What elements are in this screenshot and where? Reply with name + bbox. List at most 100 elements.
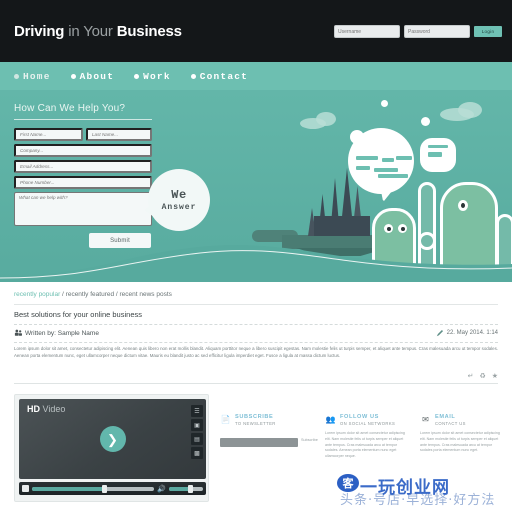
- follow-column: 👥 FOLLOW US ON SOCIAL NETWORKS Lorem ips…: [325, 414, 409, 460]
- volume-icon[interactable]: 🔊: [157, 485, 166, 493]
- article-action-icons: ↵ ♻ ★: [468, 372, 498, 380]
- video-controls: 🔊: [19, 482, 206, 495]
- password-input[interactable]: [404, 25, 470, 38]
- article-byline: Written by: Sample Name: [25, 330, 99, 337]
- follow-subtitle: ON SOCIAL NETWORKS: [340, 421, 396, 426]
- submit-button[interactable]: Submit: [89, 233, 151, 248]
- username-input[interactable]: [334, 25, 400, 38]
- main-navigation: Home About Work Contact: [0, 62, 512, 90]
- divider: [14, 383, 498, 384]
- email-input[interactable]: [14, 160, 152, 173]
- email-column: ✉ EMAIL CONTACT US Lorem ipsum dolor sit…: [420, 414, 504, 454]
- bullet-icon: [70, 73, 76, 79]
- video-side-buttons: ☰ ▣ ▤ ▩: [191, 405, 203, 459]
- nav-item-contact[interactable]: Contact: [190, 70, 249, 82]
- screen-icon[interactable]: ▣: [191, 419, 203, 431]
- subscribe-title: SUBSCRIBE: [235, 414, 274, 420]
- volume-slider[interactable]: [169, 484, 203, 493]
- seek-bar[interactable]: [32, 484, 155, 493]
- nav-label: Contact: [199, 70, 249, 82]
- mountain-base: [314, 216, 370, 236]
- playlist-icon[interactable]: ☰: [191, 405, 203, 417]
- bubble-line: [396, 156, 412, 160]
- star-icon[interactable]: ★: [492, 372, 498, 380]
- nav-item-home[interactable]: Home: [14, 71, 51, 82]
- company-input[interactable]: [14, 144, 152, 157]
- bubble-line: [378, 174, 408, 178]
- bubble-line: [382, 158, 394, 162]
- bullet-icon: [134, 73, 140, 79]
- article-date: 22. May 2014. 1:14: [446, 330, 498, 336]
- video-player[interactable]: HD Video ❯ ☰ ▣ ▤ ▩ 🔊: [14, 394, 209, 502]
- article-section: recently popular / recently featured / r…: [0, 282, 512, 392]
- speech-bubble-dot: [350, 130, 364, 144]
- bullet-icon: [14, 73, 19, 79]
- bubble-word-answer: Answer: [161, 203, 197, 212]
- play-icon[interactable]: ❯: [99, 426, 126, 452]
- recycle-icon[interactable]: ♻: [479, 372, 485, 380]
- nav-label: About: [79, 70, 115, 82]
- seek-handle[interactable]: [101, 484, 107, 493]
- character-pupil: [461, 203, 465, 208]
- bullet-icon: [190, 73, 196, 79]
- subscribe-link[interactable]: Subscribe: [301, 438, 318, 442]
- nav-item-about[interactable]: About: [70, 70, 115, 82]
- pencil-icon: [436, 329, 444, 337]
- hd-badge: HD: [27, 404, 40, 414]
- equalizer-icon[interactable]: ▤: [191, 433, 203, 445]
- dashed-divider: [14, 342, 498, 343]
- author-icon: [14, 329, 22, 336]
- newsletter-email-input[interactable]: [220, 438, 298, 447]
- stop-icon[interactable]: [22, 485, 29, 492]
- phone-input[interactable]: [14, 176, 152, 189]
- hero-form-title: How Can We Help You?: [14, 103, 126, 114]
- logo-word-inyour: in Your: [64, 23, 117, 40]
- nav-label: Home: [23, 70, 51, 82]
- volume-fill: [169, 486, 190, 491]
- subscribe-column: 📄 SUBSCRIBE TO NEWSLETTER Subscribe: [220, 414, 318, 447]
- nav-item-work[interactable]: Work: [134, 71, 171, 82]
- video-screen[interactable]: HD Video ❯ ☰ ▣ ▤ ▩: [19, 399, 206, 479]
- speech-bubble-tail: [380, 186, 396, 202]
- article-body: Lorem ipsum dolor sit amet, consectetur …: [14, 346, 498, 358]
- nav-label: Work: [143, 70, 171, 82]
- last-name-input[interactable]: [86, 128, 152, 141]
- divider: [14, 304, 498, 305]
- login-form: Login: [334, 25, 502, 38]
- logo-word-driving: Driving: [14, 23, 65, 40]
- video-title: HD Video: [27, 404, 65, 414]
- email-subtitle: CONTACT US: [435, 421, 466, 426]
- breadcrumb-active[interactable]: recently popular: [14, 291, 60, 298]
- article-title: Best solutions for your online business: [14, 310, 142, 319]
- title-underline: [14, 119, 152, 120]
- top-header-bar: Driving in Your Business Login: [0, 0, 512, 62]
- reply-icon[interactable]: ↵: [468, 372, 474, 380]
- character-pupil: [401, 227, 405, 231]
- bubble-line: [356, 156, 378, 160]
- video-title-text: Video: [42, 404, 66, 414]
- follow-text: Lorem ipsum dolor sit amet consectetur a…: [325, 431, 405, 458]
- page-root: Driving in Your Business Login Home Abou…: [0, 0, 512, 512]
- lower-section: HD Video ❯ ☰ ▣ ▤ ▩ 🔊 📄 SUBSCRIBE TO NEWS…: [0, 392, 512, 512]
- email-text: Lorem ipsum dolor sit amet consectetur a…: [420, 431, 500, 453]
- dashed-divider: [14, 324, 498, 325]
- first-name-input[interactable]: [14, 128, 83, 141]
- bubble-line: [356, 166, 370, 170]
- hero-section: How Can We Help You? Submit We Answer: [0, 90, 512, 282]
- bubble-line: [374, 168, 398, 172]
- follow-title: FOLLOW US: [340, 414, 379, 420]
- login-button[interactable]: Login: [474, 26, 502, 37]
- volume-handle[interactable]: [188, 484, 194, 493]
- email-title: EMAIL: [435, 414, 456, 420]
- bubble-line: [428, 145, 448, 148]
- signal-icon[interactable]: ▩: [191, 447, 203, 459]
- subscribe-subtitle: TO NEWSLETTER: [235, 421, 276, 426]
- message-textarea[interactable]: [14, 192, 152, 226]
- people-icon: 👥: [325, 415, 336, 424]
- bubble-word-we: We: [171, 188, 187, 202]
- breadcrumb-rest[interactable]: / recently featured / recent news posts: [60, 291, 172, 298]
- breadcrumb: recently popular / recently featured / r…: [14, 291, 172, 298]
- bubble-line: [428, 152, 442, 157]
- site-logo[interactable]: Driving in Your Business: [14, 23, 182, 40]
- logo-word-business: Business: [116, 23, 182, 40]
